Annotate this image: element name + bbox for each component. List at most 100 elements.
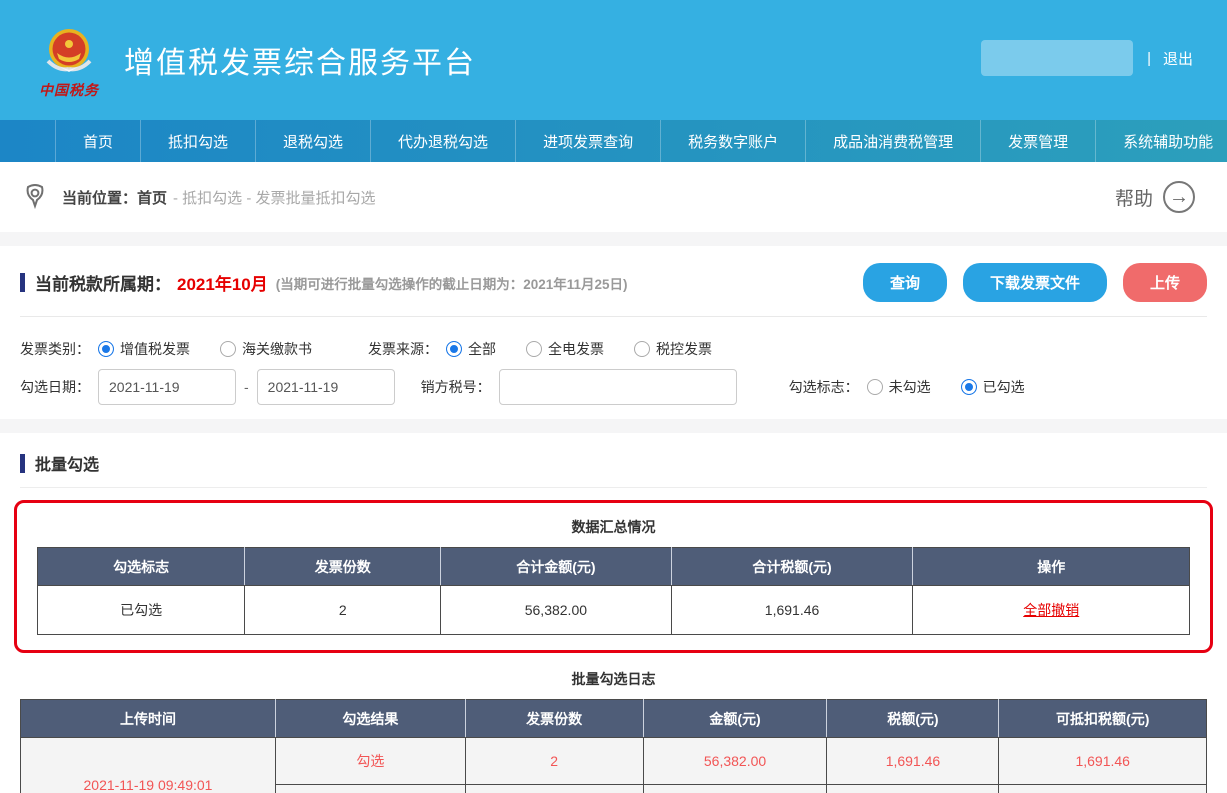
batch-log-table: 上传时间 勾选结果 发票份数 金额(元) 税额(元) 可抵扣税额(元) 2021… bbox=[20, 699, 1207, 793]
nav-item-input-invoice-query[interactable]: 进项发票查询 bbox=[515, 120, 660, 162]
logo-caption: 中国税务 bbox=[39, 80, 99, 100]
check-date-to-input[interactable] bbox=[257, 369, 395, 405]
filter-panel: 发票类别： 增值税发票 海关缴款书 发票来源： 全部 全电发票 税控发票 bbox=[0, 317, 1227, 419]
nav-item-deduction-check[interactable]: 抵扣勾选 bbox=[140, 120, 255, 162]
username-redacted bbox=[981, 40, 1133, 76]
log-row-check: 2021-11-19 09:49:01 勾选 2 56,382.00 1,691… bbox=[21, 738, 1207, 785]
page: 中国税务 增值税发票综合服务平台 | 退出 首页 抵扣勾选 退税勾选 代办退税勾… bbox=[0, 0, 1227, 793]
revoke-all-link[interactable]: 全部撤销 bbox=[1023, 602, 1079, 618]
location-pin-icon bbox=[22, 183, 48, 211]
check-date-label: 勾选日期： bbox=[20, 377, 90, 397]
check-date-from-input[interactable] bbox=[98, 369, 236, 405]
nav-item-tax-refund-check[interactable]: 退税勾选 bbox=[255, 120, 370, 162]
cell-tax: 1,691.46 bbox=[827, 738, 999, 785]
radio-label: 已勾选 bbox=[983, 377, 1025, 397]
log-header-row: 上传时间 勾选结果 发票份数 金额(元) 税额(元) 可抵扣税额(元) bbox=[21, 700, 1207, 738]
tax-emblem-icon bbox=[40, 27, 98, 79]
summary-highlight-box: 数据汇总情况 勾选标志 发票份数 合计金额(元) 合计税额(元) 操作 已勾选 … bbox=[14, 500, 1213, 653]
filter-row-1: 发票类别： 增值税发票 海关缴款书 发票来源： 全部 全电发票 税控发票 bbox=[20, 339, 1207, 359]
radio-label: 全部 bbox=[468, 339, 496, 359]
cell-invoice-count: 2 bbox=[245, 586, 441, 635]
summary-header-row: 勾选标志 发票份数 合计金额(元) 合计税额(元) 操作 bbox=[38, 548, 1190, 586]
nav-item-tax-digital-account[interactable]: 税务数字账户 bbox=[660, 120, 805, 162]
arrow-right-circle-icon: → bbox=[1163, 181, 1195, 213]
batch-section-title: 批量勾选 bbox=[35, 451, 99, 475]
breadcrumb: 当前位置：首页 - 抵扣勾选 - 发票批量抵扣勾选 bbox=[22, 183, 376, 211]
col-invoice-count: 发票份数 bbox=[465, 700, 643, 738]
col-check-result: 勾选结果 bbox=[275, 700, 465, 738]
cell-total-tax: 1,691.46 bbox=[671, 586, 913, 635]
filter-row-2: 勾选日期： - 销方税号： 勾选标志： 未勾选 已勾选 bbox=[20, 369, 1207, 405]
query-button[interactable]: 查询 bbox=[863, 263, 947, 302]
action-buttons: 查询 下载发票文件 上传 bbox=[863, 263, 1207, 302]
radio-label: 增值税发票 bbox=[120, 339, 190, 359]
section-marker bbox=[20, 454, 25, 473]
download-invoice-file-button[interactable]: 下载发票文件 bbox=[963, 263, 1107, 302]
col-total-amount: 合计金额(元) bbox=[441, 548, 671, 586]
radio-selected-icon bbox=[961, 379, 977, 395]
main-nav: 首页 抵扣勾选 退税勾选 代办退税勾选 进项发票查询 税务数字账户 成品油消费税… bbox=[0, 120, 1227, 162]
help-label: 帮助 bbox=[1115, 184, 1153, 211]
user-separator: | bbox=[1147, 50, 1151, 67]
cell-check-result: 撤销 bbox=[275, 785, 465, 793]
cell-upload-time: 2021-11-19 09:49:01 bbox=[21, 738, 276, 793]
seller-tax-no-label: 销方税号： bbox=[421, 377, 491, 397]
radio-flag-checked[interactable]: 已勾选 bbox=[961, 377, 1025, 397]
cell-amount: 56,382.00 bbox=[643, 738, 827, 785]
cell-deductible-tax: 0.00 bbox=[999, 785, 1207, 793]
cell-deductible-tax: 1,691.46 bbox=[999, 738, 1207, 785]
radio-source-fully-digital[interactable]: 全电发票 bbox=[526, 339, 604, 359]
nav-item-system-aux[interactable]: 系统辅助功能 bbox=[1095, 120, 1227, 162]
batch-section-header: 批量勾选 bbox=[20, 445, 1207, 488]
nav-item-home[interactable]: 首页 bbox=[55, 120, 140, 162]
col-upload-time: 上传时间 bbox=[21, 700, 276, 738]
section-divider bbox=[0, 419, 1227, 433]
cell-check-result: 勾选 bbox=[275, 738, 465, 785]
radio-label: 全电发票 bbox=[548, 339, 604, 359]
upload-button[interactable]: 上传 bbox=[1123, 263, 1207, 302]
cell-check-flag: 已勾选 bbox=[38, 586, 245, 635]
radio-source-all[interactable]: 全部 bbox=[446, 339, 496, 359]
nav-item-agent-refund-check[interactable]: 代办退税勾选 bbox=[370, 120, 515, 162]
nav-item-invoice-management[interactable]: 发票管理 bbox=[980, 120, 1095, 162]
breadcrumb-row: 当前位置：首页 - 抵扣勾选 - 发票批量抵扣勾选 帮助 → bbox=[0, 162, 1227, 232]
logout-link[interactable]: 退出 bbox=[1163, 48, 1193, 69]
tax-emblem-logo: 中国税务 bbox=[30, 27, 108, 100]
breadcrumb-trail: - 抵扣勾选 - 发票批量抵扣勾选 bbox=[173, 187, 376, 208]
app-title: 增值税发票综合服务平台 bbox=[124, 38, 476, 82]
cell-invoice-count: 0 bbox=[465, 785, 643, 793]
batch-log-section: 批量勾选日志 上传时间 勾选结果 发票份数 金额(元) 税额(元) 可抵扣税额(… bbox=[20, 653, 1207, 793]
summary-table-title: 数据汇总情况 bbox=[37, 511, 1190, 547]
cell-tax: 0.00 bbox=[827, 785, 999, 793]
user-area: | 退出 bbox=[981, 40, 1193, 76]
log-table-title: 批量勾选日志 bbox=[20, 653, 1207, 699]
radio-unselected-icon bbox=[867, 379, 883, 395]
radio-customs-payment[interactable]: 海关缴款书 bbox=[220, 339, 312, 359]
section-divider bbox=[0, 232, 1227, 246]
invoice-source-label: 发票来源： bbox=[368, 339, 438, 359]
radio-unselected-icon bbox=[220, 341, 236, 357]
col-tax: 税额(元) bbox=[827, 700, 999, 738]
summary-table: 勾选标志 发票份数 合计金额(元) 合计税额(元) 操作 已勾选 2 56,38… bbox=[37, 547, 1190, 635]
invoice-type-label: 发票类别： bbox=[20, 339, 90, 359]
radio-label: 海关缴款书 bbox=[242, 339, 312, 359]
header: 中国税务 增值税发票综合服务平台 | 退出 bbox=[0, 0, 1227, 120]
radio-vat-invoice[interactable]: 增值税发票 bbox=[98, 339, 190, 359]
radio-source-tax-controlled[interactable]: 税控发票 bbox=[634, 339, 712, 359]
col-total-tax: 合计税额(元) bbox=[671, 548, 913, 586]
col-deductible-tax: 可抵扣税额(元) bbox=[999, 700, 1207, 738]
cell-invoice-count: 2 bbox=[465, 738, 643, 785]
seller-tax-no-input[interactable] bbox=[499, 369, 737, 405]
tax-period-note: (当期可进行批量勾选操作的截止日期为：2021年11月25日) bbox=[276, 273, 628, 293]
radio-label: 未勾选 bbox=[889, 377, 931, 397]
section-marker bbox=[20, 273, 25, 292]
summary-data-row: 已勾选 2 56,382.00 1,691.46 全部撤销 bbox=[38, 586, 1190, 635]
help-link[interactable]: 帮助 → bbox=[1115, 181, 1195, 213]
radio-selected-icon bbox=[98, 341, 114, 357]
cell-amount: 0.00 bbox=[643, 785, 827, 793]
nav-item-refined-oil-tax[interactable]: 成品油消费税管理 bbox=[805, 120, 980, 162]
radio-flag-unchecked[interactable]: 未勾选 bbox=[867, 377, 931, 397]
tax-period-label: 当前税款所属期： bbox=[35, 270, 171, 295]
cell-total-amount: 56,382.00 bbox=[441, 586, 671, 635]
col-amount: 金额(元) bbox=[643, 700, 827, 738]
